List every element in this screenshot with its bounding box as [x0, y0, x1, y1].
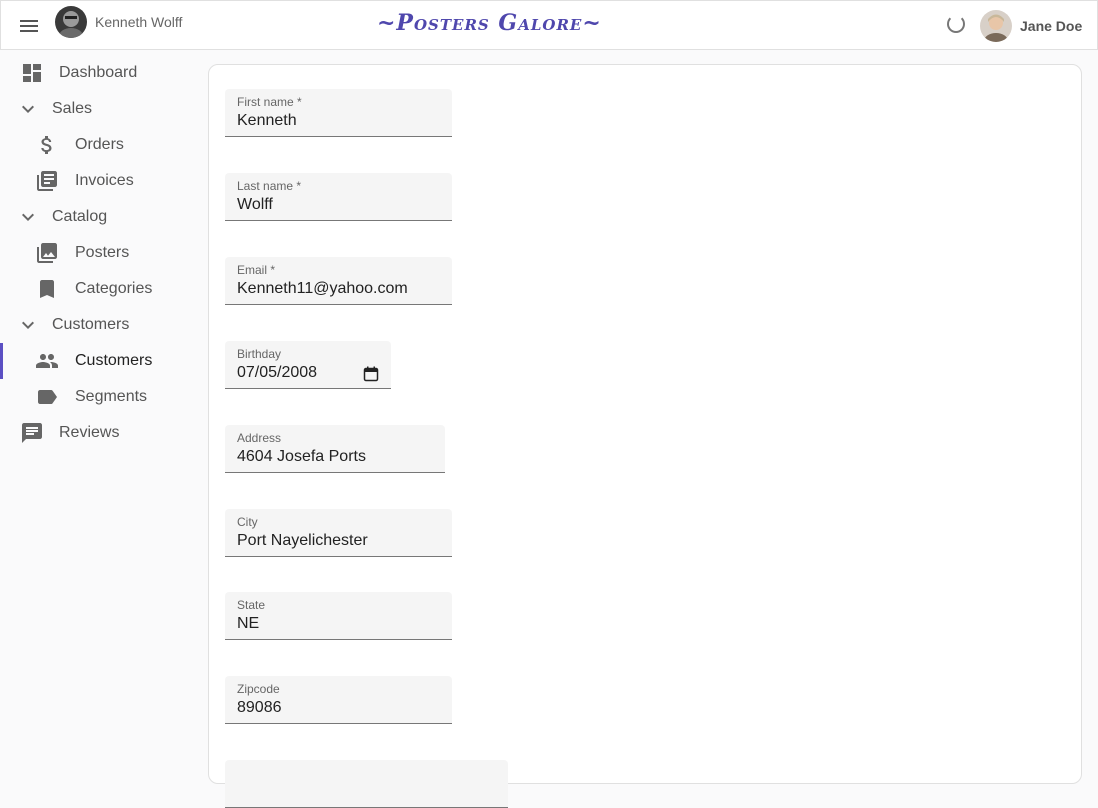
sidebar-item-dashboard[interactable]: Dashboard [0, 55, 200, 91]
sidebar: Dashboard Sales Orders Invoices Catalog … [0, 50, 200, 769]
sidebar-item-customers[interactable]: Customers [0, 343, 200, 379]
zipcode-label: Zipcode [237, 682, 280, 696]
invoices-icon [37, 171, 57, 191]
dashboard-icon [23, 64, 41, 82]
first-name-field[interactable]: First name * [225, 89, 452, 137]
sidebar-item-label: Catalog [52, 208, 108, 225]
calendar-icon[interactable] [363, 366, 379, 382]
user-name[interactable]: Jane Doe [1020, 18, 1082, 34]
sidebar-item-orders[interactable]: Orders [0, 127, 200, 163]
sidebar-item-label: Reviews [59, 424, 120, 441]
last-name-label: Last name * [237, 179, 302, 193]
sidebar-item-label: Segments [75, 388, 148, 405]
bookmark-icon [40, 280, 54, 298]
state-input[interactable] [237, 615, 442, 633]
zipcode-input[interactable] [237, 699, 442, 717]
sidebar-item-categories[interactable]: Categories [0, 271, 200, 307]
chevron-down-icon [22, 105, 34, 113]
first-name-input[interactable] [237, 112, 442, 130]
loading-spinner-icon [947, 15, 965, 33]
city-field[interactable]: City [225, 509, 452, 557]
birthday-field[interactable]: Birthday [225, 341, 391, 389]
user-avatar[interactable] [980, 10, 1012, 42]
last-name-field[interactable]: Last name * [225, 173, 452, 221]
record-name: Kenneth Wolff [95, 14, 183, 30]
sidebar-group-sales[interactable]: Sales [0, 91, 200, 127]
zipcode-field[interactable]: Zipcode [225, 676, 452, 724]
address-label: Address [237, 431, 282, 445]
state-label: State [237, 598, 266, 612]
email-label: Email * [237, 263, 276, 277]
birthday-input[interactable] [237, 364, 347, 382]
sidebar-item-label: Customers [52, 316, 130, 333]
comment-icon [22, 423, 42, 443]
email-field[interactable]: Email * [225, 257, 452, 305]
chevron-down-icon [22, 213, 34, 221]
sidebar-item-posters[interactable]: Posters [0, 235, 200, 271]
sidebar-group-catalog[interactable]: Catalog [0, 199, 200, 235]
sidebar-item-label: Categories [75, 280, 153, 297]
sidebar-item-invoices[interactable]: Invoices [0, 163, 200, 199]
sidebar-item-label: Dashboard [59, 64, 138, 81]
birthday-label: Birthday [237, 347, 282, 361]
sidebar-item-label: Posters [75, 244, 130, 261]
label-icon [38, 390, 57, 404]
record-avatar [55, 6, 87, 38]
email-input[interactable] [237, 280, 442, 298]
people-icon [36, 354, 58, 368]
sidebar-group-customers[interactable]: Customers [0, 307, 200, 343]
sidebar-item-label: Invoices [75, 172, 134, 189]
city-label: City [237, 515, 258, 529]
dollar-icon [41, 136, 52, 154]
app-title: ~Posters Galore~ [377, 10, 602, 36]
sidebar-item-segments[interactable]: Segments [0, 379, 200, 415]
next-field[interactable] [225, 760, 508, 808]
first-name-label: First name * [237, 95, 302, 109]
sidebar-item-label: Sales [52, 100, 93, 117]
app-bar: Kenneth Wolff ~Posters Galore~ Jane Doe [0, 0, 1098, 50]
chevron-down-icon [22, 321, 34, 329]
customer-edit-card: First name * Last name * Email * Birthda… [208, 64, 1082, 808]
collections-icon [37, 243, 57, 263]
address-field[interactable]: Address [225, 425, 445, 473]
sidebar-item-label: Customers [75, 352, 153, 369]
state-field[interactable]: State [225, 592, 452, 640]
city-input[interactable] [237, 532, 442, 550]
address-input[interactable] [237, 448, 435, 466]
menu-icon[interactable] [17, 14, 41, 38]
sidebar-item-reviews[interactable]: Reviews [0, 415, 200, 451]
sidebar-item-label: Orders [75, 136, 124, 153]
last-name-input[interactable] [237, 196, 442, 214]
